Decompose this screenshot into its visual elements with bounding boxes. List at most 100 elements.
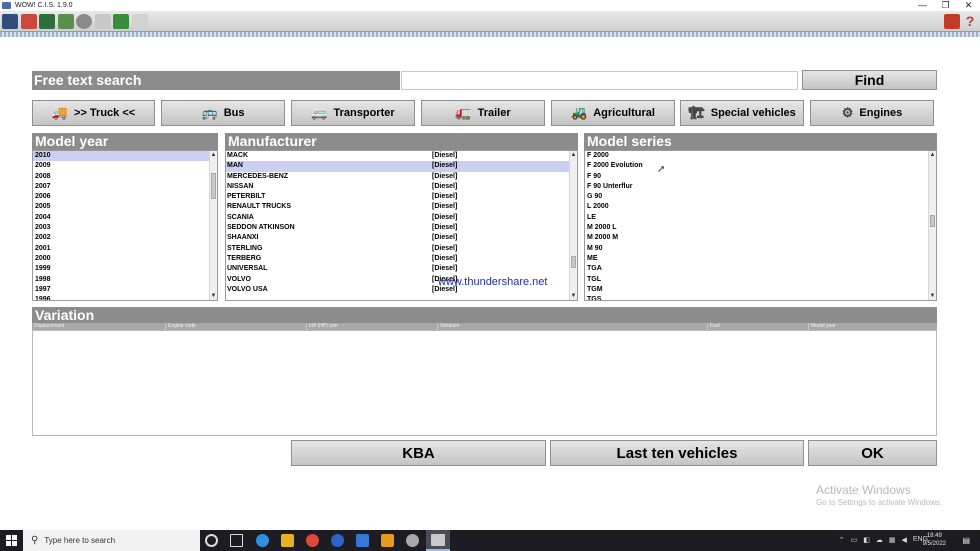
model-series-item[interactable]: F 2000 Evolution [585, 161, 936, 171]
windows-start-icon[interactable] [6, 535, 17, 546]
scroll-up-icon[interactable]: ▲ [570, 151, 577, 159]
model-series-item[interactable]: F 90 [585, 172, 936, 182]
model-year-item[interactable]: 2010 [33, 151, 217, 162]
model-year-item[interactable]: 1996 [33, 295, 217, 300]
eobd-icon[interactable] [21, 14, 37, 29]
scroll-down-icon[interactable]: ▼ [210, 292, 217, 300]
category-truck-button[interactable]: 🚚 >> Truck << [32, 100, 155, 126]
flag-icon[interactable] [944, 14, 960, 29]
scroll-down-icon[interactable]: ▼ [570, 292, 577, 300]
category-bus-button[interactable]: 🚌 Bus [161, 100, 285, 126]
category-agricultural-button[interactable]: 🚜 Agricultural [551, 100, 675, 126]
category-transporter-button[interactable]: 🚐 Transporter [291, 100, 415, 126]
model-series-item[interactable]: F 90 Unterflur [585, 182, 936, 192]
computer-icon[interactable] [39, 14, 55, 29]
manufacturer-item[interactable]: MACK [Diesel] [226, 151, 577, 161]
file-explorer-icon[interactable] [281, 534, 294, 547]
category-engines-button[interactable]: ⚙ Engines [810, 100, 934, 126]
model-year-item[interactable]: 1999 [33, 264, 217, 274]
model-year-item[interactable]: 2008 [33, 172, 217, 182]
manufacturer-item[interactable]: RENAULT TRUCKS [Diesel] [226, 202, 577, 212]
manufacturer-item[interactable]: UNIVERSAL [Diesel] [226, 264, 577, 274]
model-year-list[interactable]: 2010 2009 2008 2007 2006 2005 2004 2003 2002 2001… [32, 150, 218, 301]
free-text-search-input[interactable] [401, 71, 798, 90]
model-series-item[interactable]: G 90 [585, 192, 936, 202]
model-series-item[interactable]: M 2000 L [585, 223, 936, 233]
manufacturer-item[interactable]: SCANIA [Diesel] [226, 213, 577, 223]
model-year-item[interactable]: 2002 [33, 233, 217, 243]
manufacturer-item[interactable]: NISSAN [Diesel] [226, 182, 577, 192]
taskbar-search-box[interactable]: ⚲ Type here to search [23, 530, 200, 551]
model-series-item[interactable]: M 2000 M [585, 233, 936, 243]
column-displacement[interactable]: Displacement [32, 323, 165, 330]
facebook-icon[interactable] [331, 534, 344, 547]
variation-list[interactable] [32, 330, 937, 436]
manufacturer-scrollbar[interactable]: ▲ ▼ [569, 151, 577, 300]
column-model-year[interactable]: Model year [808, 323, 937, 330]
manufacturer-item[interactable]: TERBERG [Diesel] [226, 254, 577, 264]
model-year-item[interactable]: 2001 [33, 244, 217, 254]
taskbar-wow-app[interactable] [426, 530, 450, 551]
app-orange-icon[interactable] [381, 534, 394, 547]
ok-button[interactable]: OK [808, 440, 937, 466]
model-series-item[interactable]: L 2000 [585, 202, 936, 212]
find-button[interactable]: Find [802, 70, 937, 90]
manufacturer-item[interactable]: MERCEDES-BENZ [Diesel] [226, 172, 577, 182]
cloud-icon[interactable]: ☁ [876, 536, 883, 544]
manufacturer-item[interactable]: MAN [Diesel] [226, 161, 569, 172]
manufacturer-item[interactable]: PETERBILT [Diesel] [226, 192, 577, 202]
model-series-item[interactable]: ME [585, 254, 936, 264]
taskbar-clock[interactable]: 18:49 9/5/2022 [923, 532, 946, 548]
volume-icon[interactable]: ◀ [901, 536, 906, 544]
kba-button[interactable]: KBA [291, 440, 546, 466]
tray-app-icon-2[interactable]: ◧ [863, 536, 870, 544]
model-year-item[interactable]: 2000 [33, 254, 217, 264]
model-year-item[interactable]: 2005 [33, 202, 217, 212]
model-year-item[interactable]: 2009 [33, 161, 217, 171]
model-series-list[interactable]: F 2000 F 2000 Evolution F 90 F 90 Unterflur… [584, 150, 937, 301]
column-kw-hp-rpm[interactable]: kW (HP) rpm [306, 323, 437, 330]
scroll-thumb[interactable] [930, 215, 935, 227]
notification-icon[interactable]: ▤ [962, 536, 970, 545]
model-year-item[interactable]: 2004 [33, 213, 217, 223]
column-engine-code[interactable]: Engine code [165, 323, 306, 330]
manufacturer-item[interactable]: SHAANXI [Diesel] [226, 233, 577, 243]
model-series-item[interactable]: LE [585, 213, 936, 223]
model-series-item[interactable]: F 2000 [585, 151, 936, 161]
model-year-item[interactable]: 2007 [33, 182, 217, 192]
app-gray-icon[interactable] [406, 534, 419, 547]
task-view-icon[interactable] [230, 534, 243, 547]
scroll-up-icon[interactable]: ▲ [929, 151, 936, 159]
category-special-vehicles-button[interactable]: 🏗 Special vehicles [680, 100, 804, 126]
manufacturer-item[interactable]: SEDDON ATKINSON [Diesel] [226, 223, 577, 233]
model-series-item[interactable]: TGM [585, 285, 936, 295]
network-icon[interactable]: ▦ [889, 536, 896, 544]
model-series-scrollbar[interactable]: ▲ ▼ [928, 151, 936, 300]
model-series-item[interactable]: TGL [585, 275, 936, 285]
last-ten-vehicles-button[interactable]: Last ten vehicles [550, 440, 804, 466]
scroll-thumb[interactable] [211, 173, 216, 199]
maximize-button[interactable]: ❐ [934, 0, 957, 11]
battery-icon[interactable] [113, 14, 129, 29]
chrome-icon[interactable] [306, 534, 319, 547]
model-series-item[interactable]: TGA [585, 264, 936, 274]
store-icon[interactable] [356, 534, 369, 547]
column-fuel[interactable]: Fuel [707, 323, 808, 330]
scroll-down-icon[interactable]: ▼ [929, 292, 936, 300]
tray-app-icon[interactable]: ▭ [851, 536, 858, 544]
model-series-item[interactable]: TGS [585, 295, 936, 300]
scroll-up-icon[interactable]: ▲ [210, 151, 217, 159]
model-year-item[interactable]: 1997 [33, 285, 217, 295]
document-icon[interactable] [58, 14, 74, 29]
model-series-item[interactable]: M 90 [585, 244, 936, 254]
model-year-item[interactable]: 2003 [33, 223, 217, 233]
exit-icon[interactable] [2, 14, 18, 29]
diagnosis-icon[interactable] [76, 14, 92, 29]
minimize-button[interactable]: — [911, 0, 934, 11]
cortana-icon[interactable] [205, 534, 218, 547]
close-button[interactable]: ✕ [957, 0, 980, 11]
scroll-thumb[interactable] [571, 256, 576, 268]
column-variation[interactable]: Variation [437, 323, 707, 330]
model-year-item[interactable]: 1998 [33, 275, 217, 285]
edge-icon[interactable] [256, 534, 269, 547]
